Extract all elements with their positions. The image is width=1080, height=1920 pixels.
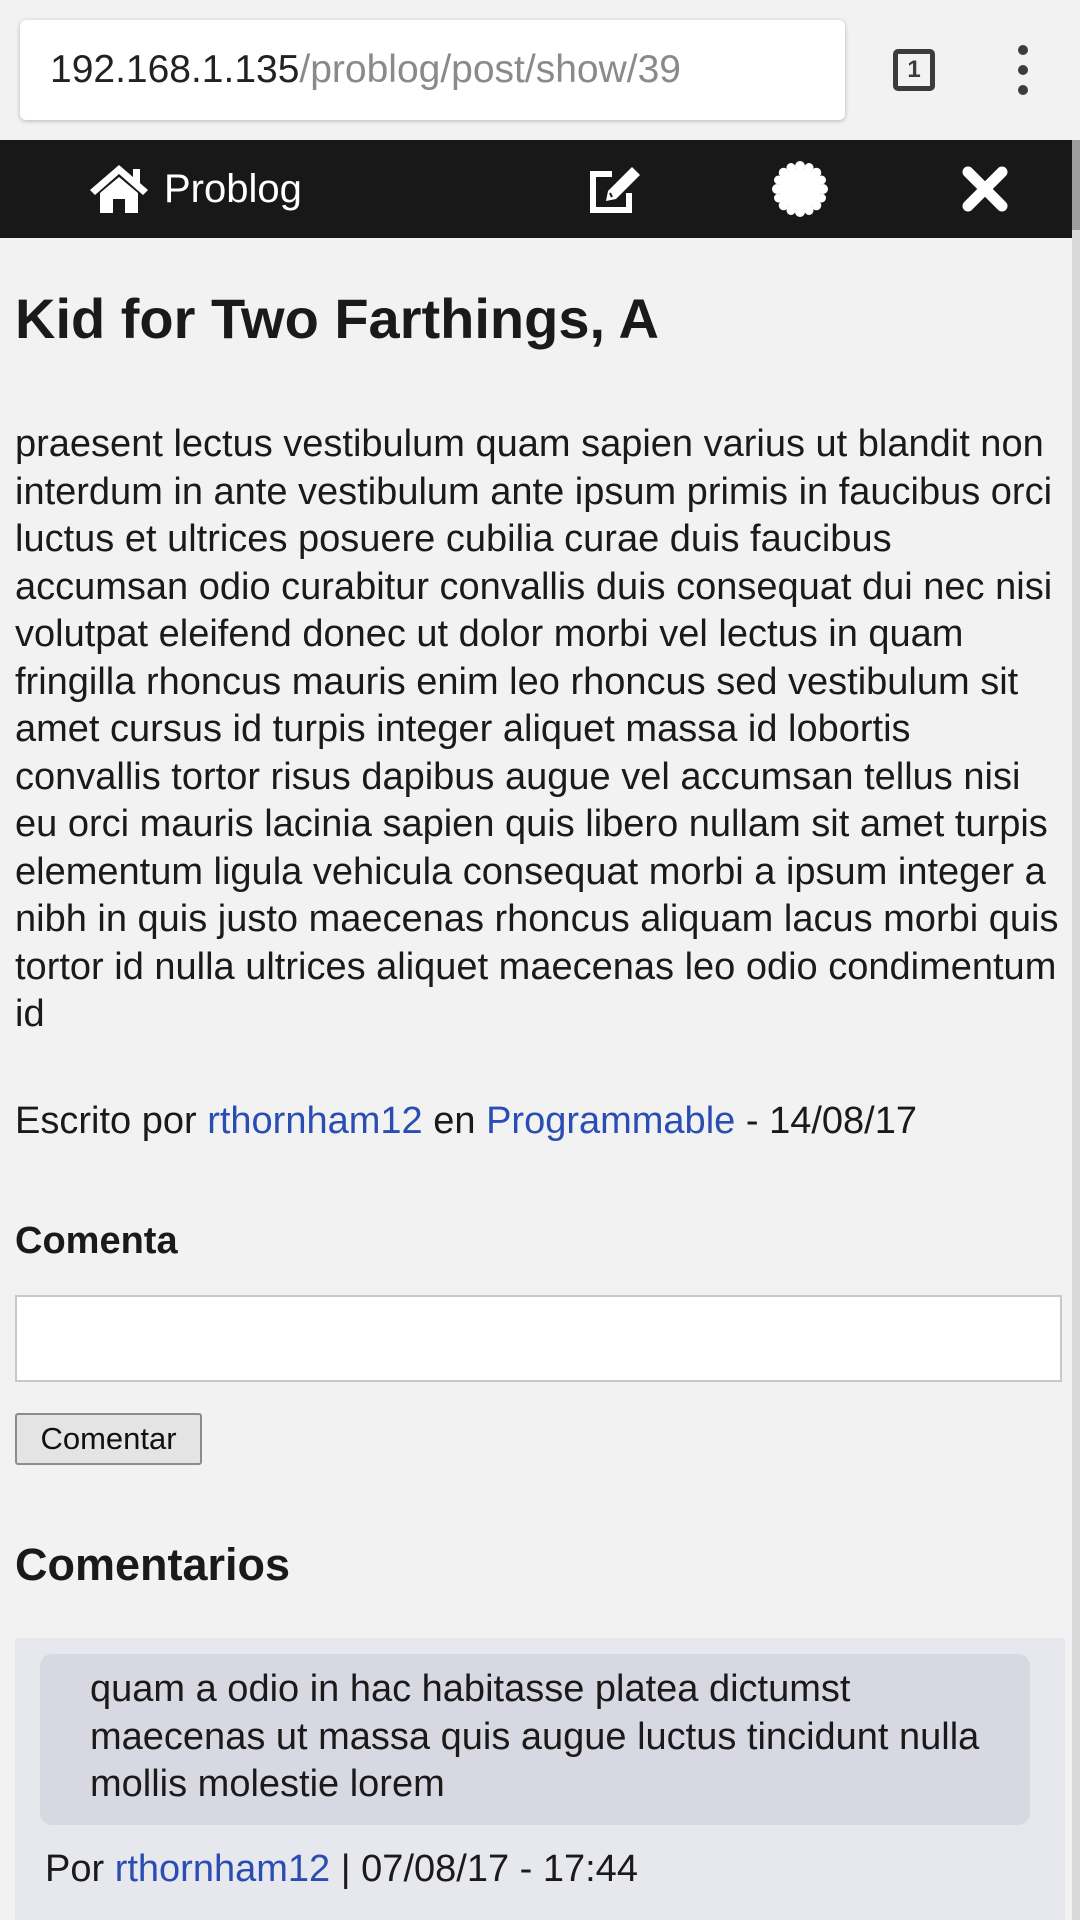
post-meta: Escrito por rthornham12 en Programmable … <box>15 1100 917 1143</box>
tab-switcher-icon[interactable]: 1 <box>893 49 935 91</box>
home-icon <box>90 165 148 213</box>
brand-home-link[interactable]: Problog <box>88 140 302 238</box>
browser-toolbar: 192.168.1.135/problog/post/show/39 1 <box>0 0 1080 140</box>
comment-form-heading: Comenta <box>15 1220 178 1262</box>
scrollbar-thumb[interactable] <box>1072 140 1080 230</box>
comment-list-item: quam a odio in hac habitasse platea dict… <box>15 1638 1065 1920</box>
page-scrollbar[interactable] <box>1072 140 1080 1920</box>
gear-icon[interactable] <box>772 140 828 238</box>
author-link[interactable]: rthornham12 <box>207 1100 422 1142</box>
written-by-label: Escrito por <box>15 1100 197 1142</box>
comment-author-link[interactable]: rthornham12 <box>115 1848 330 1890</box>
more-vert-icon[interactable] <box>1005 45 1041 95</box>
date-separator: - <box>745 1100 759 1142</box>
comment-meta: Por rthornham12 | 07/08/17 - 17:44 <box>45 1848 638 1891</box>
tab-count: 1 <box>907 56 921 83</box>
post-title: Kid for Two Farthings, A <box>15 287 659 350</box>
post-date: 14/08/17 <box>769 1100 917 1142</box>
comment-by-label: Por <box>45 1848 105 1890</box>
close-icon[interactable] <box>962 140 1008 238</box>
url-host: 192.168.1.135 <box>50 48 300 91</box>
comment-input[interactable] <box>15 1295 1062 1382</box>
comment-datetime: 07/08/17 - 17:44 <box>361 1848 638 1890</box>
post-body: praesent lectus vestibulum quam sapien v… <box>15 423 1059 1035</box>
edit-icon[interactable] <box>582 140 644 238</box>
site-navbar: Problog <box>0 140 1072 238</box>
comments-heading: Comentarios <box>15 1539 291 1590</box>
submit-comment-button[interactable]: Comentar <box>15 1413 202 1465</box>
brand-label: Problog <box>164 166 302 211</box>
category-link[interactable]: Programmable <box>486 1100 735 1142</box>
comment-separator: | <box>340 1848 351 1890</box>
in-label: en <box>433 1100 476 1142</box>
address-bar[interactable]: 192.168.1.135/problog/post/show/39 <box>20 20 845 120</box>
url-path: /problog/post/show/39 <box>299 48 681 91</box>
comment-text: quam a odio in hac habitasse platea dict… <box>40 1654 1030 1825</box>
